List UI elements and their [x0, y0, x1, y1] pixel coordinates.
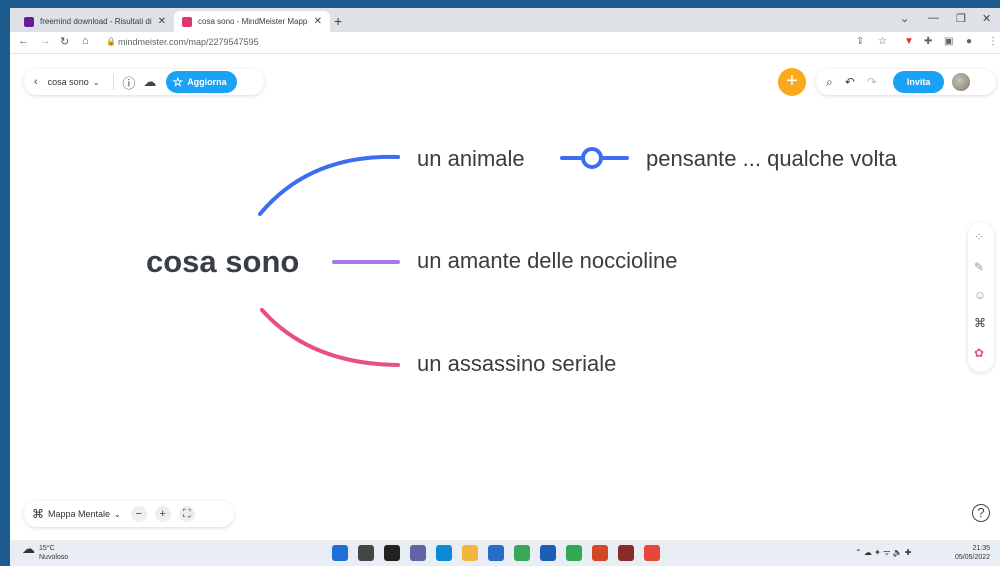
- forward-arrow-icon[interactable]: →: [40, 35, 51, 47]
- powerpoint-icon[interactable]: [592, 545, 608, 561]
- tab-title: cosa sono - MindMeister Mappa: [198, 17, 308, 26]
- browser-tab-bar: freemind download - Risultati di ✕ cosa …: [10, 8, 1000, 32]
- system-tray-icons[interactable]: ⌃ ☁ ✦ ᯤ 🔈 ✚: [855, 547, 912, 558]
- close-tab-icon[interactable]: ✕: [158, 16, 166, 27]
- search-taskbar-icon[interactable]: [358, 545, 374, 561]
- maximize-icon[interactable]: ❐: [956, 12, 966, 25]
- archive-icon[interactable]: [618, 545, 634, 561]
- taskbar: ☁ 15°C Nuvoloso ⌃ ☁ ✦ ᯤ 🔈 ✚ 21:35 05/05/…: [10, 540, 1000, 566]
- tab-title: freemind download - Risultati di: [40, 17, 152, 26]
- layout-grid-icon[interactable]: ⁘: [974, 230, 984, 244]
- theme-palette-icon[interactable]: ✿: [974, 346, 984, 360]
- zoom-in-button[interactable]: +: [154, 506, 171, 522]
- weather-widget[interactable]: ☁ 15°C Nuvoloso: [22, 541, 69, 562]
- topic-node-1[interactable]: un animale: [417, 146, 525, 172]
- zoom-out-button[interactable]: −: [130, 506, 147, 522]
- topic-node-2[interactable]: un amante delle noccioline: [417, 248, 678, 274]
- subtopic-node-1[interactable]: pensante ... qualche volta: [646, 146, 897, 172]
- app-icon[interactable]: [514, 545, 530, 561]
- new-tab-icon[interactable]: +: [334, 13, 342, 29]
- extension-icon[interactable]: ▼: [904, 36, 914, 47]
- topic-node-3[interactable]: un assassino seriale: [417, 351, 616, 377]
- close-window-icon[interactable]: ✕: [982, 12, 991, 25]
- style-pen-icon[interactable]: ✎: [974, 260, 984, 274]
- branch-line-3: [260, 308, 400, 367]
- chevron-down-icon[interactable]: ⌄: [114, 510, 121, 519]
- share-icon[interactable]: ⇪: [856, 36, 864, 47]
- right-toolbar: ⁘ ✎ ☺ ⌘ ✿: [968, 222, 994, 372]
- mail-icon[interactable]: [488, 545, 504, 561]
- minimize-icon[interactable]: —: [928, 12, 939, 24]
- emoji-icon[interactable]: ☺: [974, 288, 986, 302]
- word-icon[interactable]: [540, 545, 556, 561]
- time: 21:35: [972, 545, 991, 552]
- profile-icon[interactable]: ●: [966, 36, 972, 47]
- view-mode-select[interactable]: Mappa Mentale: [48, 509, 110, 519]
- edge-icon[interactable]: [436, 545, 452, 561]
- teams-icon[interactable]: [410, 545, 426, 561]
- home-icon[interactable]: ⌂: [82, 35, 89, 47]
- map-connections: [258, 147, 629, 367]
- file-explorer-icon[interactable]: [462, 545, 478, 561]
- windows-start-icon[interactable]: [332, 545, 348, 561]
- collapse-knob: [581, 147, 603, 169]
- cloud-icon: ☁: [22, 541, 35, 556]
- mindmeister-favicon-icon: [182, 16, 192, 27]
- root-node[interactable]: cosa sono: [146, 244, 299, 280]
- weather-status: Nuvoloso: [39, 554, 69, 561]
- sidepanel-icon[interactable]: ▣: [944, 36, 953, 47]
- clock[interactable]: 21:35 05/05/2022: [955, 544, 990, 562]
- browser-tab-freemind[interactable]: freemind download - Risultati di ✕: [16, 11, 174, 32]
- lock-icon: 🔒: [106, 37, 116, 46]
- date: 05/05/2022: [955, 554, 991, 561]
- mindmap-icon[interactable]: ⌘: [974, 316, 986, 330]
- temperature: 15°C: [39, 545, 55, 552]
- tab-search-chevron-icon[interactable]: ⌄: [900, 12, 909, 25]
- chrome-icon[interactable]: [566, 545, 582, 561]
- task-view-icon[interactable]: [384, 545, 400, 561]
- back-arrow-icon[interactable]: ←: [18, 35, 29, 47]
- browser-tab-mindmeister[interactable]: cosa sono - MindMeister Mappa ✕: [174, 11, 330, 32]
- mindmap-view-icon: ⌘: [32, 507, 44, 521]
- reload-icon[interactable]: ↻: [60, 35, 69, 48]
- chrome-active-icon[interactable]: [644, 545, 660, 561]
- close-tab-icon[interactable]: ✕: [314, 16, 322, 27]
- address-bar: ← → ↻ ⌂ 🔒 mindmeister.com/map/2279547595…: [10, 32, 1000, 54]
- mindmap-canvas[interactable]: ‹ cosa sono ⌄ ⓘ ☁ ☆ Aggiorna + ⌕ ↶ ↷ Inv…: [10, 54, 1000, 540]
- menu-dots-icon[interactable]: ⋮: [988, 36, 998, 47]
- help-icon[interactable]: ?: [972, 504, 990, 522]
- branch-line-1: [258, 154, 400, 216]
- url-field[interactable]: mindmeister.com/map/2279547595: [118, 37, 259, 47]
- view-toolbar: ⌘ Mappa Mentale ⌄ − + ⛶: [24, 501, 234, 527]
- bookmark-star-icon[interactable]: ☆: [878, 36, 887, 47]
- fit-screen-icon[interactable]: ⛶: [178, 506, 195, 522]
- puzzle-icon[interactable]: ✚: [924, 36, 932, 47]
- yahoo-favicon-icon: [24, 16, 34, 27]
